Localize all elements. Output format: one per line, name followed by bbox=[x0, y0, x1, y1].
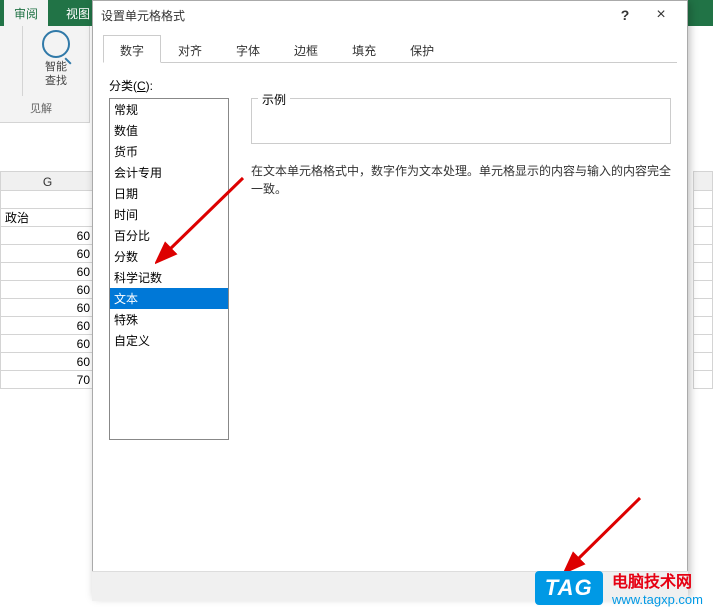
cat-item-special[interactable]: 特殊 bbox=[110, 309, 228, 330]
watermark-url: www.tagxp.com bbox=[612, 592, 703, 607]
cell[interactable]: 60 bbox=[0, 263, 95, 281]
search-icon bbox=[42, 30, 70, 58]
cat-item-date[interactable]: 日期 bbox=[110, 183, 228, 204]
cat-item-custom[interactable]: 自定义 bbox=[110, 330, 228, 351]
smart-lookup-label: 智能 查找 bbox=[28, 60, 84, 88]
cell[interactable] bbox=[693, 263, 713, 281]
cell[interactable] bbox=[693, 227, 713, 245]
cat-item-number[interactable]: 数值 bbox=[110, 120, 228, 141]
tab-protection[interactable]: 保护 bbox=[393, 35, 451, 62]
right-pane: 示例 在文本单元格格式中，数字作为文本处理。单元格显示的内容与输入的内容完全一致… bbox=[251, 98, 671, 440]
cell[interactable]: 60 bbox=[0, 299, 95, 317]
cell[interactable] bbox=[693, 191, 713, 209]
cell[interactable]: 60 bbox=[0, 317, 95, 335]
ribbon-tab-review[interactable]: 审阅 bbox=[4, 0, 48, 26]
cell[interactable]: 60 bbox=[0, 353, 95, 371]
tab-alignment[interactable]: 对齐 bbox=[161, 35, 219, 62]
cell[interactable] bbox=[693, 281, 713, 299]
cat-item-accounting[interactable]: 会计专用 bbox=[110, 162, 228, 183]
cell-header[interactable]: 政治 bbox=[0, 209, 95, 227]
column-header-right[interactable] bbox=[693, 171, 713, 191]
help-button[interactable]: ? bbox=[607, 3, 643, 27]
format-description: 在文本单元格格式中，数字作为文本处理。单元格显示的内容与输入的内容完全一致。 bbox=[251, 162, 671, 198]
cat-item-text[interactable]: 文本 bbox=[110, 288, 228, 309]
watermark-badge: TAG bbox=[535, 571, 603, 605]
cat-item-fraction[interactable]: 分数 bbox=[110, 246, 228, 267]
close-button[interactable]: × bbox=[643, 3, 679, 27]
column-header[interactable]: G bbox=[0, 171, 95, 191]
sheet-right-edge bbox=[693, 123, 713, 573]
tab-number[interactable]: 数字 bbox=[103, 35, 161, 63]
dialog-body: 分类(C): 常规 数值 货币 会计专用 日期 时间 百分比 分数 科学记数 文… bbox=[93, 63, 687, 454]
watermark-cn: 电脑技术网 bbox=[612, 568, 703, 592]
dialog-title: 设置单元格格式 bbox=[101, 7, 607, 24]
smart-lookup-button[interactable]: 智能 查找 bbox=[28, 30, 84, 88]
cell[interactable] bbox=[693, 371, 713, 389]
ribbon-group-label: 见解 bbox=[30, 100, 52, 116]
cell[interactable] bbox=[693, 317, 713, 335]
cell[interactable]: 60 bbox=[0, 245, 95, 263]
cat-item-time[interactable]: 时间 bbox=[110, 204, 228, 225]
cell[interactable] bbox=[693, 299, 713, 317]
cat-item-percentage[interactable]: 百分比 bbox=[110, 225, 228, 246]
spreadsheet-area: G 政治 60 60 60 60 60 60 60 60 70 bbox=[0, 123, 95, 613]
ribbon-divider bbox=[22, 26, 23, 96]
cell[interactable] bbox=[693, 335, 713, 353]
cell[interactable]: 60 bbox=[0, 335, 95, 353]
cell[interactable] bbox=[693, 245, 713, 263]
cell[interactable]: 60 bbox=[0, 227, 95, 245]
tab-border[interactable]: 边框 bbox=[277, 35, 335, 62]
cat-item-scientific[interactable]: 科学记数 bbox=[110, 267, 228, 288]
category-listbox[interactable]: 常规 数值 货币 会计专用 日期 时间 百分比 分数 科学记数 文本 特殊 自定… bbox=[109, 98, 229, 440]
cat-item-general[interactable]: 常规 bbox=[110, 99, 228, 120]
dialog-tabs: 数字 对齐 字体 边框 填充 保护 bbox=[103, 35, 677, 63]
tab-fill[interactable]: 填充 bbox=[335, 35, 393, 62]
cat-item-currency[interactable]: 货币 bbox=[110, 141, 228, 162]
cell[interactable] bbox=[693, 353, 713, 371]
dialog-titlebar: 设置单元格格式 ? × bbox=[93, 1, 687, 29]
sample-label: 示例 bbox=[258, 91, 290, 108]
cell[interactable] bbox=[693, 209, 713, 227]
category-label: 分类(C): bbox=[109, 77, 671, 94]
cell[interactable]: 70 bbox=[0, 371, 95, 389]
format-cells-dialog: 设置单元格格式 ? × 数字 对齐 字体 边框 填充 保护 分类(C): 常规 … bbox=[92, 0, 688, 596]
tab-font[interactable]: 字体 bbox=[219, 35, 277, 62]
watermark: TAG 电脑技术网 www.tagxp.com bbox=[535, 568, 703, 607]
sample-box: 示例 bbox=[251, 98, 671, 144]
cell[interactable]: 60 bbox=[0, 281, 95, 299]
